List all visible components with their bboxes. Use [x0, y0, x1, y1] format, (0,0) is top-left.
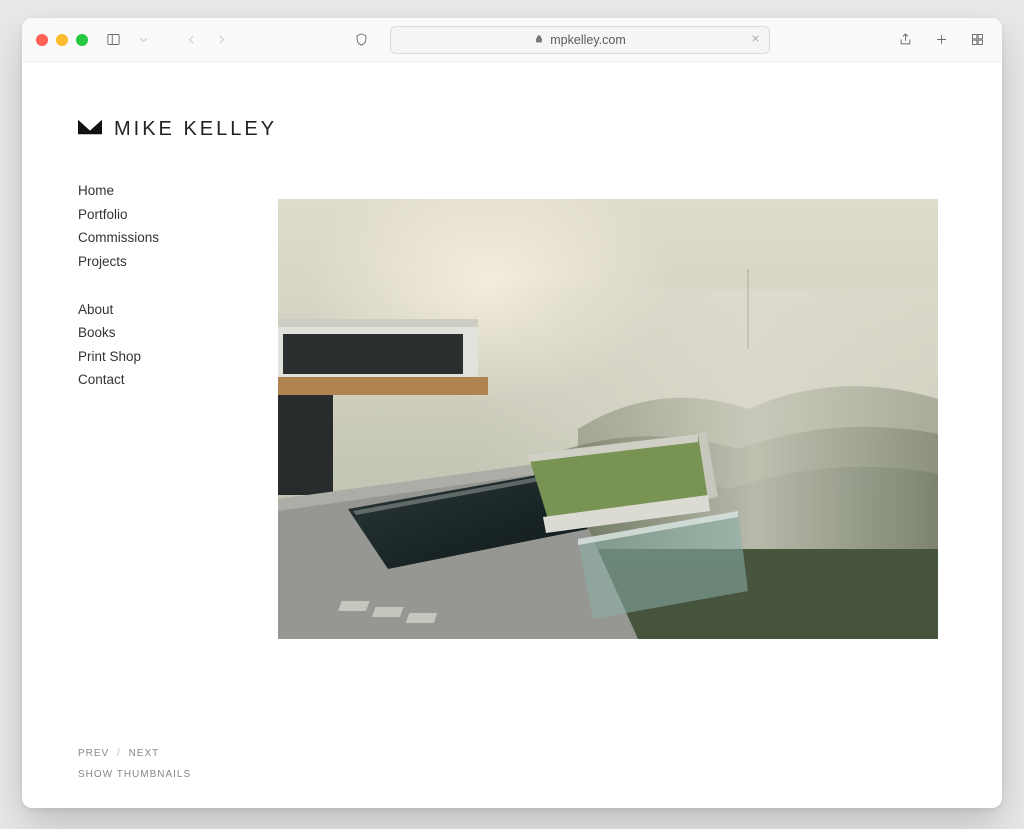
nav-item-portfolio[interactable]: Portfolio — [78, 203, 218, 227]
toolbar-right-group — [894, 29, 988, 51]
brand-name-text: MIKE KELLEY — [114, 118, 277, 141]
privacy-report-icon[interactable] — [350, 29, 372, 51]
close-window-button[interactable] — [36, 34, 48, 46]
toolbar-chevron-down-icon[interactable] — [132, 29, 154, 51]
nav-item-books[interactable]: Books — [78, 321, 218, 345]
nav-group-primary: Home Portfolio Commissions Projects — [78, 179, 218, 274]
brand-header[interactable]: MIKE KELLEY — [78, 118, 946, 141]
sidebar-nav: Home Portfolio Commissions Projects Abou… — [78, 179, 218, 722]
address-bar[interactable]: mpkelley.com — [390, 26, 770, 54]
back-button-icon[interactable] — [180, 29, 202, 51]
show-thumbnails-button[interactable]: SHOW THUMBNAILS — [78, 769, 191, 780]
traffic-lights — [36, 34, 88, 46]
forward-button-icon[interactable] — [210, 29, 232, 51]
nav-item-home[interactable]: Home — [78, 179, 218, 203]
page-content: MIKE KELLEY Home Portfolio Commissions P… — [22, 62, 1002, 808]
prev-button[interactable]: PREV — [78, 748, 109, 759]
nav-item-printshop[interactable]: Print Shop — [78, 345, 218, 369]
next-button[interactable]: NEXT — [129, 748, 160, 759]
maximize-window-button[interactable] — [76, 34, 88, 46]
nav-item-about[interactable]: About — [78, 298, 218, 322]
clear-address-icon[interactable] — [750, 33, 761, 47]
tab-overview-icon[interactable] — [966, 29, 988, 51]
lock-icon — [534, 33, 544, 47]
nav-item-commissions[interactable]: Commissions — [78, 226, 218, 250]
browser-toolbar: mpkelley.com — [22, 18, 1002, 62]
nav-item-contact[interactable]: Contact — [78, 368, 218, 392]
brand-logo-icon — [78, 119, 102, 140]
prev-next-divider: / — [117, 748, 121, 759]
address-bar-text: mpkelley.com — [550, 33, 625, 47]
address-bar-container: mpkelley.com — [240, 26, 880, 54]
new-tab-icon[interactable] — [930, 29, 952, 51]
minimize-window-button[interactable] — [56, 34, 68, 46]
share-icon[interactable] — [894, 29, 916, 51]
nav-group-secondary: About Books Print Shop Contact — [78, 298, 218, 393]
gallery-controls: PREV / NEXT SHOW THUMBNAILS — [78, 748, 946, 780]
nav-item-projects[interactable]: Projects — [78, 250, 218, 274]
hero-area — [278, 199, 946, 722]
sidebar-toggle-icon[interactable] — [102, 29, 124, 51]
hero-image[interactable] — [278, 199, 938, 639]
browser-window: mpkelley.com MIKE KELLEY — [22, 18, 1002, 808]
